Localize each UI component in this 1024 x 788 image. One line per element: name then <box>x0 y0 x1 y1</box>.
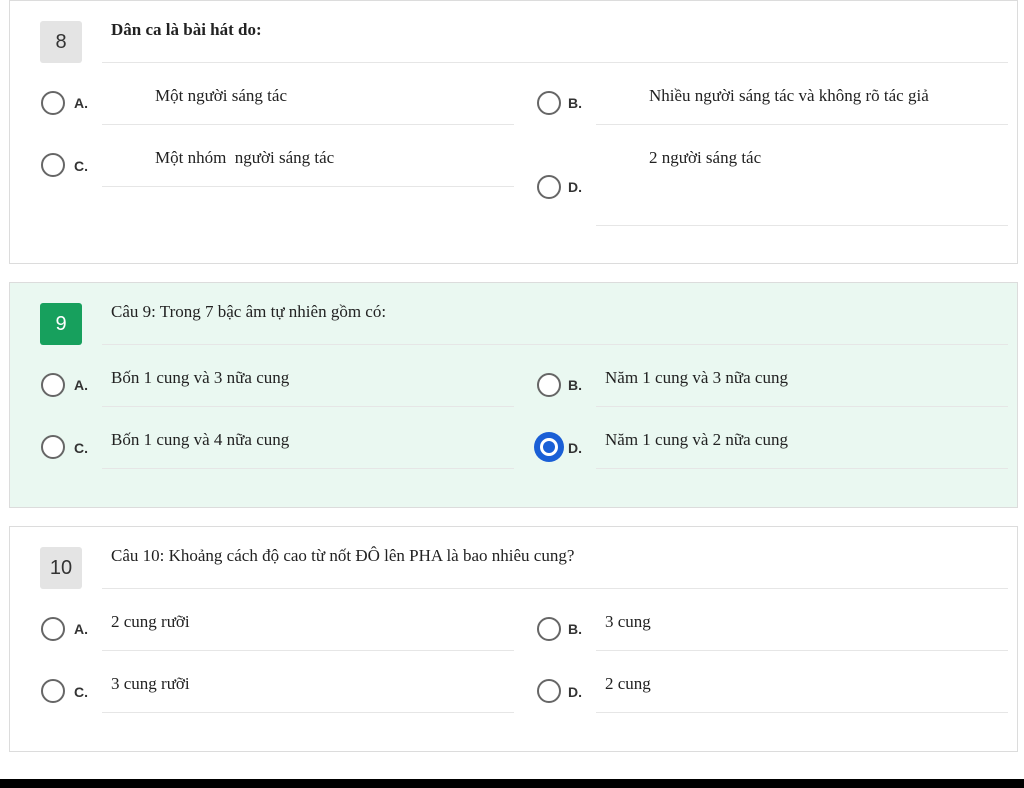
question-text: Dân ca là bài hát do: <box>111 20 262 39</box>
radio-button[interactable] <box>41 435 65 459</box>
bottom-bar <box>0 779 1024 788</box>
divider <box>102 406 514 407</box>
option-text: 3 cung <box>605 612 651 631</box>
option-text: 2 cung <box>605 674 651 693</box>
divider <box>596 406 1008 407</box>
radio-button[interactable] <box>537 617 561 641</box>
question-text: Câu 9: Trong 7 bậc âm tự nhiên gồm có: <box>111 302 387 321</box>
option-letter: C. <box>74 158 88 174</box>
divider <box>102 124 514 125</box>
question-number-badge: 8 <box>40 21 82 63</box>
divider <box>596 225 1008 226</box>
question-card-8: 8 Dân ca là bài hát do: A. Một người sán… <box>9 0 1018 264</box>
question-number-badge: 9 <box>40 303 82 345</box>
radio-button[interactable] <box>537 91 561 115</box>
option-text: 3 cung rưỡi <box>111 674 190 693</box>
option-letter: C. <box>74 684 88 700</box>
option-letter: A. <box>74 95 88 111</box>
option-text: Bốn 1 cung và 3 nữa cung <box>111 368 290 387</box>
option-letter: B. <box>568 377 582 393</box>
option-text: Một nhóm người sáng tác <box>155 148 335 167</box>
question-card-10: 10 Câu 10: Khoảng cách độ cao từ nốt ĐÔ … <box>9 526 1018 752</box>
option-letter: B. <box>568 621 582 637</box>
option-text: Bốn 1 cung và 4 nữa cung <box>111 430 290 449</box>
option-text: Năm 1 cung và 2 nữa cung <box>605 430 788 449</box>
option-text: Nhiều người sáng tác và không rõ tác giả <box>649 86 929 105</box>
option-letter: D. <box>568 440 582 456</box>
divider <box>102 186 514 187</box>
option-letter: D. <box>568 179 582 195</box>
option-text: Một người sáng tác <box>155 86 287 105</box>
radio-button-selected[interactable] <box>537 435 561 459</box>
divider <box>102 62 1008 63</box>
radio-button[interactable] <box>41 91 65 115</box>
option-letter: C. <box>74 440 88 456</box>
radio-button[interactable] <box>41 679 65 703</box>
divider <box>596 712 1008 713</box>
divider <box>596 124 1008 125</box>
option-text: 2 người sáng tác <box>649 148 762 167</box>
divider <box>102 344 1008 345</box>
divider <box>102 712 514 713</box>
option-letter: B. <box>568 95 582 111</box>
divider <box>596 468 1008 469</box>
divider <box>102 588 1008 589</box>
radio-button[interactable] <box>41 153 65 177</box>
divider <box>102 650 514 651</box>
option-letter: A. <box>74 377 88 393</box>
question-card-9: 9 Câu 9: Trong 7 bậc âm tự nhiên gồm có:… <box>9 282 1018 508</box>
radio-button[interactable] <box>537 175 561 199</box>
option-letter: D. <box>568 684 582 700</box>
option-text: Năm 1 cung và 3 nữa cung <box>605 368 788 387</box>
radio-button[interactable] <box>41 373 65 397</box>
option-letter: A. <box>74 621 88 637</box>
divider <box>596 650 1008 651</box>
radio-button[interactable] <box>537 679 561 703</box>
radio-button[interactable] <box>41 617 65 641</box>
option-text: 2 cung rưỡi <box>111 612 190 631</box>
question-text: Câu 10: Khoảng cách độ cao từ nốt ĐÔ lên… <box>111 546 575 565</box>
radio-button[interactable] <box>537 373 561 397</box>
question-number-badge: 10 <box>40 547 82 589</box>
divider <box>102 468 514 469</box>
